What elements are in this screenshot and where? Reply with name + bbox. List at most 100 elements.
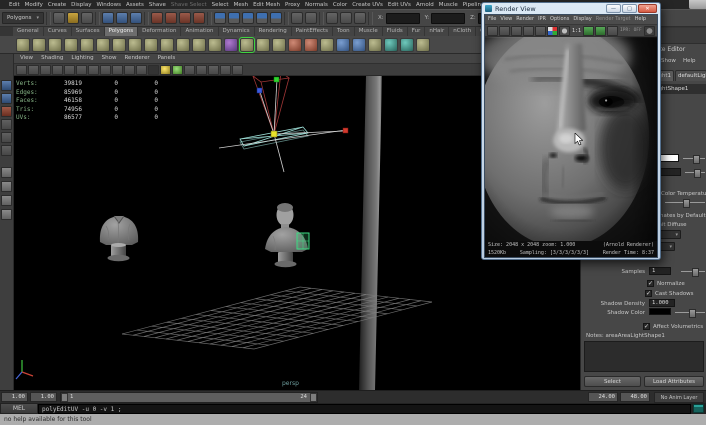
construction-history-icon[interactable] bbox=[291, 12, 303, 24]
render-frame-icon[interactable] bbox=[326, 12, 338, 24]
shelf-tool-icon[interactable] bbox=[208, 38, 222, 52]
menu-item[interactable]: Assets bbox=[126, 2, 144, 8]
manipulator-z-handle[interactable] bbox=[257, 88, 262, 93]
grid-toggle-icon[interactable] bbox=[28, 65, 39, 75]
range-slider[interactable]: 1 24 bbox=[60, 392, 318, 403]
rv-menu-item[interactable]: Options bbox=[550, 15, 569, 24]
menu-item[interactable]: Display bbox=[71, 2, 91, 8]
divider[interactable] bbox=[368, 12, 373, 25]
shelf-tab[interactable]: Fluids bbox=[383, 27, 407, 36]
snap-to-view-icon[interactable] bbox=[270, 12, 282, 24]
menu-item[interactable]: Arnold bbox=[416, 2, 434, 8]
shelf-tab[interactable]: Rendering bbox=[255, 27, 291, 36]
lasso-select-tool-icon[interactable] bbox=[1, 93, 12, 104]
layout-split-pane-icon[interactable] bbox=[1, 209, 12, 220]
xray-mode-icon[interactable] bbox=[220, 65, 231, 75]
divider[interactable] bbox=[284, 12, 289, 25]
scale-tool-icon[interactable] bbox=[1, 145, 12, 156]
maximize-icon[interactable] bbox=[622, 4, 637, 13]
panel-menu-item[interactable]: View bbox=[20, 54, 33, 63]
script-editor-icon[interactable] bbox=[693, 404, 704, 413]
divider[interactable] bbox=[144, 12, 149, 25]
shadow-density-field[interactable]: 1.000 bbox=[649, 299, 675, 307]
menu-item[interactable]: Create UVs bbox=[352, 2, 383, 8]
shelf-tab[interactable]: Surfaces bbox=[72, 27, 104, 36]
screen-space-ao-icon[interactable] bbox=[184, 65, 195, 75]
mask-joints-icon[interactable] bbox=[165, 12, 177, 24]
shaded-mode-icon[interactable] bbox=[124, 65, 135, 75]
shelf-tab[interactable]: Deformation bbox=[138, 27, 180, 36]
rv-menu-item[interactable]: Render bbox=[516, 15, 534, 24]
shelf-tool-icon[interactable] bbox=[368, 38, 382, 52]
shelf-tool-icon[interactable] bbox=[176, 38, 190, 52]
field-chart-icon[interactable] bbox=[76, 65, 87, 75]
playback-start-field[interactable]: 1.00 bbox=[1, 392, 28, 402]
rv-menu-item[interactable]: View bbox=[500, 15, 512, 24]
menu-item[interactable]: Modify bbox=[25, 2, 43, 8]
shelf-tab[interactable]: Muscle bbox=[355, 27, 382, 36]
polygon-sphere-shelf-icon[interactable] bbox=[16, 38, 30, 52]
panel-menu-item[interactable]: Show bbox=[102, 54, 117, 63]
samples-slider[interactable] bbox=[681, 271, 705, 272]
rotate-tool-icon[interactable] bbox=[1, 132, 12, 143]
menu-item[interactable]: Mesh bbox=[234, 2, 248, 8]
manipulator-x-handle[interactable] bbox=[343, 128, 348, 133]
shelf-tool-icon[interactable] bbox=[192, 38, 206, 52]
manipulator-center-handle[interactable] bbox=[271, 131, 277, 137]
motion-blur-icon[interactable] bbox=[196, 65, 207, 75]
shelf-tab[interactable]: Toon bbox=[333, 27, 354, 36]
paint-select-tool-icon[interactable] bbox=[1, 106, 12, 117]
panel-menu-item[interactable]: Panels bbox=[158, 54, 176, 63]
render-globals-icon[interactable] bbox=[644, 26, 655, 36]
shelf-tool-icon[interactable] bbox=[272, 38, 286, 52]
load-attributes-button[interactable]: Load Attributes bbox=[644, 376, 704, 387]
polygon-cone-shelf-icon[interactable] bbox=[64, 38, 78, 52]
shelf-tab[interactable]: nHair bbox=[425, 27, 448, 36]
wireframe-mode-icon[interactable] bbox=[112, 65, 123, 75]
menu-item[interactable]: Edit Mesh bbox=[253, 2, 280, 8]
ae-menu-help[interactable]: Help bbox=[683, 58, 696, 64]
layout-persp-outliner-icon[interactable] bbox=[1, 195, 12, 206]
film-gate-icon[interactable] bbox=[40, 65, 51, 75]
select-tool-icon[interactable] bbox=[1, 80, 12, 91]
ipr-render-icon[interactable] bbox=[340, 12, 352, 24]
panel-menu-item[interactable]: Renderer bbox=[124, 54, 149, 63]
use-all-lights-icon[interactable] bbox=[148, 65, 159, 75]
anim-end-field[interactable]: 24.00 bbox=[588, 392, 618, 402]
render-view-titlebar[interactable]: Render View bbox=[482, 3, 660, 14]
menu-item[interactable]: Shave bbox=[149, 2, 166, 8]
shelf-tab[interactable]: Fur bbox=[408, 27, 425, 36]
snap-to-point-icon[interactable] bbox=[242, 12, 254, 24]
layout-four-pane-icon[interactable] bbox=[1, 181, 12, 192]
polygon-cylinder-shelf-icon[interactable] bbox=[48, 38, 62, 52]
ae-menu-show[interactable]: Show bbox=[661, 58, 676, 64]
menu-item[interactable]: Muscle bbox=[439, 2, 458, 8]
cast-shadows-checkbox[interactable] bbox=[645, 290, 652, 297]
polygon-pipe-shelf-icon[interactable] bbox=[144, 38, 158, 52]
snapshot-icon[interactable] bbox=[511, 26, 522, 36]
range-handle-right[interactable] bbox=[310, 393, 317, 402]
divider[interactable] bbox=[95, 12, 100, 25]
shelf-tool-icon[interactable] bbox=[256, 38, 270, 52]
anim-layer-dropdown[interactable]: No Anim Layer bbox=[654, 392, 704, 403]
render-settings-icon[interactable] bbox=[354, 12, 366, 24]
pillar-object[interactable] bbox=[359, 76, 382, 390]
color-slider[interactable] bbox=[683, 158, 705, 159]
mask-surfaces-icon[interactable] bbox=[193, 12, 205, 24]
menu-item[interactable]: Normals bbox=[305, 2, 328, 8]
menu-item[interactable]: Windows bbox=[96, 2, 121, 8]
divider[interactable] bbox=[319, 12, 324, 25]
textured-mode-icon[interactable] bbox=[136, 65, 147, 75]
samples-field[interactable]: 1 bbox=[649, 267, 671, 275]
open-editor-icon[interactable] bbox=[305, 12, 317, 24]
open-scene-icon[interactable] bbox=[67, 12, 79, 24]
select-hierarchy-icon[interactable] bbox=[102, 12, 114, 24]
divider[interactable] bbox=[46, 12, 51, 25]
shelf-tool-icon[interactable] bbox=[416, 38, 430, 52]
intensity-slider[interactable] bbox=[685, 172, 705, 173]
affect-volumetrics-checkbox[interactable] bbox=[643, 323, 650, 330]
active-tool-shelf-icon[interactable] bbox=[240, 38, 254, 52]
isolate-select-icon[interactable] bbox=[232, 65, 243, 75]
gate-mask-icon[interactable] bbox=[64, 65, 75, 75]
playback-end-field[interactable]: 48.00 bbox=[620, 392, 650, 402]
